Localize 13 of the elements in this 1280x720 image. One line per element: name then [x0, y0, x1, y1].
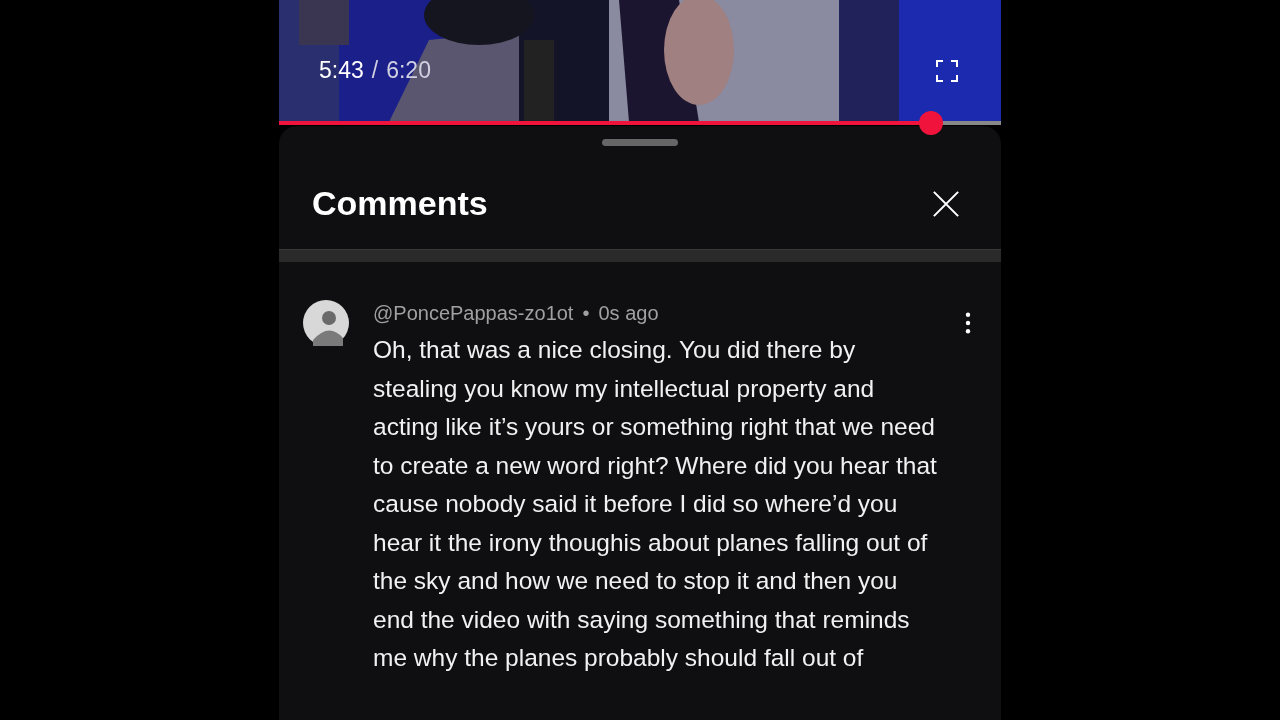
close-icon[interactable] [932, 189, 960, 218]
time-separator: / [371, 57, 379, 84]
current-time: 5:43 [319, 57, 364, 84]
fullscreen-icon[interactable] [935, 58, 959, 83]
comment-author[interactable]: @PoncePappas-zo1ot [373, 302, 574, 325]
more-options-icon[interactable] [965, 312, 971, 334]
drag-handle[interactable] [602, 139, 678, 146]
panel-title: Comments [312, 184, 488, 223]
comment-time: 0s ago [598, 302, 659, 325]
avatar[interactable] [303, 300, 349, 346]
separator-dot: • [582, 302, 590, 325]
comment-text: Oh, that was a nice closing. You did there by stealing you know my intellectual property and acting like it’s yours or something right that we need to create a new word right? Where did you hear that cause nobody said it before I did so where’d you hear it the irony thoughis about planes falling out of the sky and how we need to stop it and then you end the video with saying something that reminds me why the planes probably should fall out of [373, 335, 938, 673]
video-duration: 6:20 [386, 57, 431, 84]
